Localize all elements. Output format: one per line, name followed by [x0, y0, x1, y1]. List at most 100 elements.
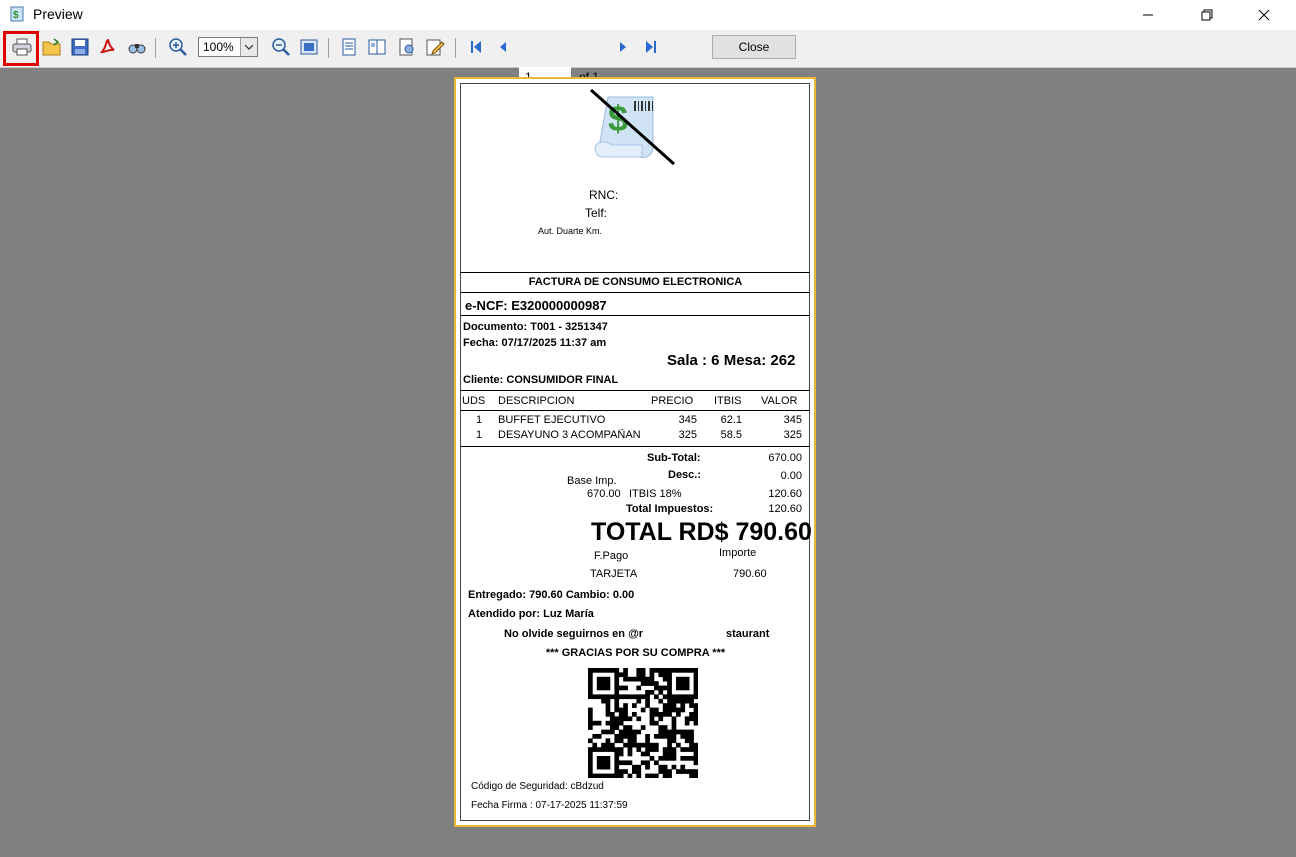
minimize-button[interactable]: [1125, 0, 1171, 30]
minimize-icon: [1143, 14, 1153, 16]
itbis-label: ITBIS 18%: [629, 488, 682, 500]
zoom-out-button[interactable]: [270, 36, 292, 58]
item-precio: 325: [678, 429, 697, 441]
first-page-icon: [471, 41, 481, 53]
zoom-out-icon: [272, 38, 290, 56]
close-preview-button[interactable]: Close: [712, 35, 796, 59]
multiple-pages-icon: [368, 39, 386, 55]
item-valor: 325: [783, 429, 802, 441]
payment-amount: 790.60: [733, 568, 767, 580]
previous-page-button[interactable]: [492, 36, 514, 58]
divider: [461, 446, 810, 447]
divider: [461, 315, 810, 316]
documento-number: Documento: T001 - 3251347: [463, 321, 608, 333]
follow-text-prefix: No olvide seguirnos en @r: [504, 628, 644, 640]
col-descripcion: DESCRIPCION: [498, 395, 575, 407]
col-uds: UDS: [462, 395, 486, 407]
zoom-in-button[interactable]: [167, 36, 189, 58]
divider: [461, 390, 810, 391]
cliente-text: Cliente: CONSUMIDOR FINAL: [463, 374, 619, 386]
item-descripcion: BUFFET EJECUTIVO: [498, 414, 606, 426]
toolbar-separator: [155, 38, 156, 58]
last-page-icon: [646, 41, 656, 53]
follow-text-suffix: staurant: [726, 628, 770, 640]
close-icon: [1258, 9, 1270, 21]
next-page-icon: [620, 42, 626, 52]
zoom-value: 100%: [203, 40, 234, 54]
restore-icon: [1201, 9, 1213, 21]
page-setup-button[interactable]: [338, 36, 360, 58]
document-type: FACTURA DE CONSUMO ELECTRONICA: [528, 276, 743, 288]
receipt-logo-icon: $: [586, 87, 681, 167]
col-valor: VALOR: [761, 395, 798, 407]
item-valor: 345: [783, 414, 802, 426]
edit-button[interactable]: [424, 36, 446, 58]
divider: [461, 292, 810, 293]
app-icon: $: [10, 6, 24, 22]
sala-mesa: Sala : 6 Mesa: 262: [667, 352, 796, 369]
page-setup-icon: [342, 38, 356, 56]
window-title: Preview: [33, 6, 83, 22]
fecha-text: Fecha: 07/17/2025 11:37 am: [463, 337, 607, 349]
toolbar-separator: [328, 38, 329, 58]
itbis-value: 120.60: [768, 488, 802, 500]
find-button[interactable]: [126, 36, 148, 58]
pdf-export-button[interactable]: [97, 36, 119, 58]
item-uds: 1: [476, 414, 483, 426]
full-page-icon: [300, 39, 318, 55]
last-page-button[interactable]: [640, 36, 662, 58]
col-precio: PRECIO: [651, 395, 694, 407]
title-bar: $ Preview: [0, 0, 1296, 30]
telf-label: Telf:: [585, 206, 608, 220]
grand-total: TOTAL RD$ 790.60: [591, 518, 812, 546]
zoom-in-icon: [169, 38, 187, 56]
item-precio: 345: [678, 414, 697, 426]
toolbar-separator: [455, 38, 456, 58]
edit-icon: [426, 39, 445, 56]
entregado-text: Entregado: 790.60 Cambio: 0.00: [468, 589, 635, 601]
receipt-page: $ RNC: Telf: Aut. Duarte Km. FACTURA DE …: [460, 83, 812, 821]
divider: [461, 410, 810, 411]
desc-value: 0.00: [780, 470, 802, 482]
next-page-button[interactable]: [612, 36, 634, 58]
divider: [461, 272, 810, 273]
item-uds: 1: [476, 429, 483, 441]
restore-button[interactable]: [1184, 0, 1230, 30]
gracias-text: *** GRACIAS POR SU COMPRA ***: [545, 647, 726, 659]
fpago-label: F.Pago: [594, 550, 629, 562]
desc-label: Desc.:: [668, 469, 702, 481]
total-impuestos-label: Total Impuestos:: [626, 503, 714, 515]
svg-text:$: $: [13, 10, 19, 21]
payment-method: TARJETA: [590, 568, 638, 580]
col-itbis: ITBIS: [714, 395, 742, 407]
subtotal-value: 670.00: [768, 452, 802, 464]
watermark-button[interactable]: [396, 36, 418, 58]
multiple-pages-button[interactable]: [366, 36, 388, 58]
address-text: Aut. Duarte Km.: [538, 226, 603, 236]
close-window-button[interactable]: [1241, 0, 1287, 30]
total-impuestos-value: 120.60: [768, 503, 802, 515]
find-icon: [128, 44, 146, 54]
base-value: 670.00: [587, 488, 621, 500]
qr-code: [588, 668, 699, 779]
save-button[interactable]: [69, 36, 91, 58]
base-label: Base Imp.: [567, 475, 617, 487]
watermark-icon: [399, 38, 414, 56]
atendido-text: Atendido por: Luz María: [468, 608, 594, 620]
subtotal-label: Sub-Total:: [647, 452, 701, 464]
chevron-down-icon[interactable]: [240, 38, 257, 56]
page-frame: $ RNC: Telf: Aut. Duarte Km. FACTURA DE …: [454, 77, 816, 827]
pdf-export-icon: [99, 38, 115, 54]
first-page-button[interactable]: [465, 36, 487, 58]
encf-number: e-NCF: E320000000987: [465, 298, 607, 313]
item-itbis: 58.5: [720, 429, 742, 441]
save-icon: [71, 38, 89, 56]
fecha-firma: Fecha Firma : 07-17-2025 11:37:59: [471, 800, 628, 811]
open-button[interactable]: [41, 36, 63, 58]
rnc-label: RNC:: [589, 188, 619, 202]
toolbar: 1 of 1: [0, 30, 1296, 87]
codigo-seguridad: Código de Seguridad: cBdzud: [471, 781, 604, 792]
item-itbis: 62.1: [720, 414, 742, 426]
zoom-select[interactable]: 100%: [198, 37, 258, 57]
full-page-button[interactable]: [298, 36, 320, 58]
